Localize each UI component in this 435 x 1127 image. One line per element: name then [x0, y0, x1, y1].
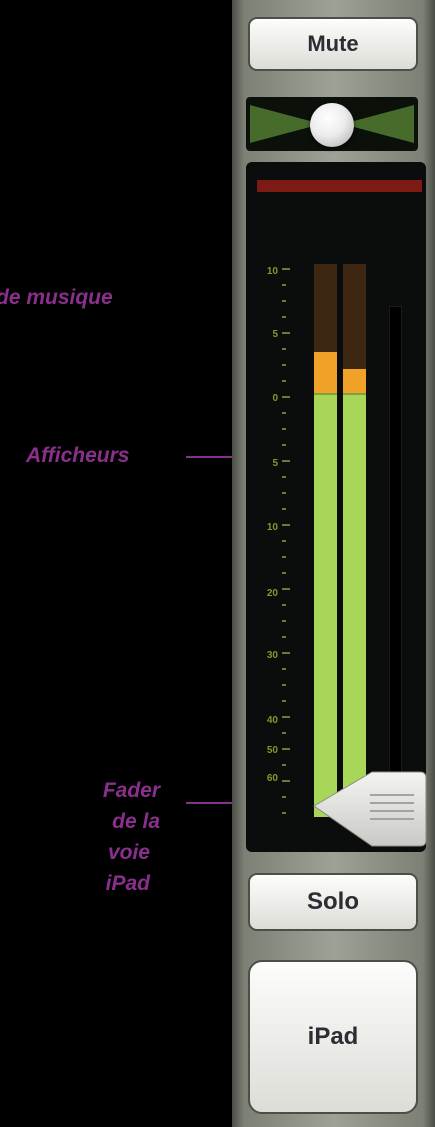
meter-scale-tick [282, 620, 286, 622]
meter-scale-tick [282, 812, 286, 814]
meter-scale-tick [282, 508, 286, 510]
meter-scale-tick [282, 540, 286, 542]
meters-annotation: Afficheurs [26, 444, 130, 467]
meter-scale-tick [282, 700, 286, 702]
meter-right-headroom [343, 264, 366, 369]
meter-scale-tick [282, 556, 286, 558]
pan-wedge-left [250, 105, 310, 143]
meter-scale-tick [282, 428, 286, 430]
channel-name-button[interactable]: iPad [248, 960, 418, 1114]
meter-scale-tick [282, 364, 286, 366]
pan-knob[interactable] [310, 103, 354, 147]
meter-scale-label: 5 [272, 458, 278, 469]
meter-scale-tick [282, 476, 286, 478]
fader-annotation-line: de la [112, 810, 160, 833]
fader-cap-shape [313, 771, 427, 847]
meter-scale-tick [282, 604, 286, 606]
meter-right-level [343, 393, 366, 817]
meter-scale-tick [282, 572, 286, 574]
meter-scale-tick [282, 748, 290, 750]
pan-wedge-right [354, 105, 414, 143]
meter-scale-tick [282, 780, 290, 782]
meter-scale-tick [282, 652, 290, 654]
solo-button[interactable]: Solo [248, 873, 418, 931]
fader-annotation-line: voie [107, 841, 150, 864]
meter-scale-tick [282, 732, 286, 734]
meter-scale-label: 50 [266, 745, 278, 756]
meter-scale-tick [282, 460, 290, 462]
meter-scale-label: 20 [266, 588, 278, 599]
meter-scale-tick [282, 636, 286, 638]
music-annotation: de musique [0, 286, 113, 309]
meter-scale-tick [282, 412, 286, 414]
fader-cap[interactable] [312, 768, 427, 850]
meter-scale-label: 60 [266, 773, 278, 784]
meter-scale-tick [282, 524, 290, 526]
fader-track[interactable] [389, 306, 402, 778]
fader-annotation: Fader de la voie iPad [40, 775, 160, 899]
meter-scale-tick [282, 316, 286, 318]
meter-scale-tick [282, 268, 290, 270]
fader-annotation-line: Fader [102, 779, 160, 802]
meter-scale-tick [282, 684, 286, 686]
mute-button[interactable]: Mute [248, 17, 418, 71]
meter-scale-tick [282, 668, 286, 670]
meter-scale-label: 30 [266, 650, 278, 661]
meter-scale-label: 10 [266, 266, 278, 277]
meter-scale-tick [282, 764, 286, 766]
meter-scale-label: 40 [266, 715, 278, 726]
meter-scale-tick [282, 396, 290, 398]
meter-scale-tick [282, 716, 290, 718]
meter-scale-tick [282, 444, 286, 446]
meter-left-headroom [314, 264, 337, 353]
meter-scale-tick [282, 380, 286, 382]
meter-left-level [314, 393, 337, 817]
clip-indicator [257, 180, 422, 192]
meter-scale-label: 10 [266, 522, 278, 533]
meter-scale-tick [282, 492, 286, 494]
meter-scale-label: 5 [272, 329, 278, 340]
meter-left-peak [314, 352, 337, 393]
meter-scale-tick [282, 300, 286, 302]
meter-scale-label: 0 [272, 393, 278, 404]
meter-scale-tick [282, 588, 290, 590]
meter-scale-tick [282, 284, 286, 286]
meter-scale-tick [282, 332, 290, 334]
meter-scale-tick [282, 796, 286, 798]
meter-scale-tick [282, 348, 286, 350]
meter-right-peak [343, 368, 366, 393]
fader-annotation-line: iPad [105, 872, 150, 895]
